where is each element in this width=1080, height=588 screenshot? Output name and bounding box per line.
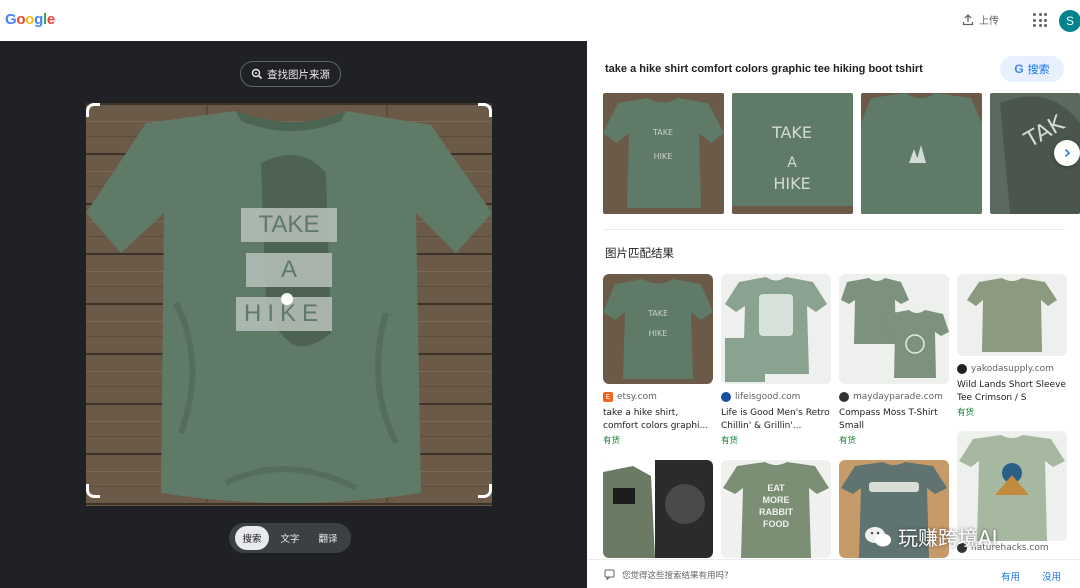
shirt-text-take: TAKE [258, 211, 320, 238]
mode-tab-2[interactable]: 翻译 [311, 526, 344, 550]
find-image-source-label: 查找图片来源 [267, 68, 330, 81]
related-image-3[interactable] [861, 93, 982, 214]
svg-text:HIKE: HIKE [654, 152, 673, 161]
feedback-no-button[interactable]: 没用 [1042, 569, 1061, 583]
maydayparade-favicon [839, 392, 849, 402]
result-source[interactable]: maydayparade.com [853, 392, 943, 402]
section-title: 图片匹配结果 [605, 246, 674, 260]
logo-letter: o [25, 11, 35, 28]
crop-handle-bottom-left[interactable] [86, 484, 100, 498]
search-button-label: 搜索 [1027, 63, 1050, 76]
eat-more-rabbit-food-text: EAT MORE RABBIT FOOD [759, 483, 793, 529]
result-card[interactable]: EAT MORE RABBIT FOOD [721, 460, 831, 558]
yakodasupply-favicon [957, 364, 967, 374]
svg-text:TAKE: TAKE [771, 123, 812, 142]
google-g-icon: G [1014, 62, 1024, 76]
result-card[interactable]: TAKE HIKE Eetsy.com take a hike shirt, co… [603, 274, 713, 446]
google-logo[interactable]: Google [5, 11, 55, 28]
chevron-right-icon [1064, 148, 1071, 158]
in-stock-label: 有货 [721, 436, 739, 446]
shirt-text-a: A [280, 256, 297, 283]
upload-icon [962, 13, 974, 25]
result-card[interactable]: lifeisgood.com Life is Good Men's Retro … [721, 274, 831, 446]
logo-letter: o [16, 11, 26, 28]
lens-image-panel: 查找图片来源 TAKE A HIKE 搜索 文字 翻译 [0, 41, 587, 588]
in-stock-label: 有货 [603, 436, 621, 446]
result-title[interactable]: take a hike shirt, comfort colors graphi… [603, 407, 713, 433]
upload-button[interactable]: 上传 [962, 12, 999, 27]
result-title[interactable]: Life is Good Men's Retro Chillin' & Gril… [721, 407, 831, 433]
logo-letter: g [34, 11, 43, 28]
svg-text:TAKE: TAKE [647, 309, 668, 318]
result-image[interactable] [839, 274, 949, 384]
result-image[interactable]: TAKE HIKE [603, 274, 713, 384]
mode-tab-1[interactable]: 文字 [273, 526, 306, 550]
mode-tab-0[interactable]: 搜索 [235, 526, 269, 550]
find-image-source-button[interactable]: 查找图片来源 [240, 61, 341, 87]
wechat-icon [865, 526, 891, 546]
result-source[interactable]: etsy.com [617, 392, 657, 402]
result-card[interactable]: yakodasupply.com Wild Lands Short Sleeve… [957, 274, 1067, 418]
crop-handle-top-left[interactable] [86, 103, 100, 117]
result-image[interactable] [603, 460, 713, 558]
feedback-question: 您觉得这些搜索结果有用吗? [622, 571, 729, 581]
feedback-yes-button[interactable]: 有用 [1001, 569, 1020, 583]
shirt-text-hike: HIKE [243, 300, 324, 327]
search-button[interactable]: G 搜索 [1000, 56, 1064, 82]
result-card[interactable] [603, 460, 713, 558]
in-stock-label: 有货 [957, 408, 975, 418]
related-image-1[interactable]: TAKE HIKE [603, 93, 724, 214]
etsy-favicon: E [603, 392, 613, 402]
result-source[interactable]: lifeisgood.com [735, 392, 800, 402]
avatar[interactable]: S [1059, 10, 1080, 32]
in-stock-label: 有货 [839, 436, 857, 446]
svg-text:HIKE: HIKE [649, 329, 668, 338]
svg-text:HIKE: HIKE [773, 174, 810, 193]
result-title[interactable]: Compass Moss T-Shirt Small [839, 407, 949, 433]
upload-label: 上传 [979, 16, 999, 27]
lens-search-icon [251, 68, 263, 80]
svg-text:TAKE: TAKE [652, 128, 673, 137]
result-card[interactable]: maydayparade.com Compass Moss T-Shirt Sm… [839, 274, 949, 446]
watermark: 玩赚跨境AI [864, 522, 998, 551]
result-image[interactable] [721, 274, 831, 384]
logo-letter: e [46, 11, 55, 28]
feedback-bar: 您觉得这些搜索结果有用吗? 有用 没用 [587, 559, 1080, 588]
related-image-2[interactable]: TAKE A HIKE [732, 93, 853, 214]
next-images-button[interactable] [1054, 140, 1080, 166]
mode-selector: 搜索 文字 翻译 [229, 523, 351, 553]
crop-handle-top-right[interactable] [478, 103, 492, 117]
results-panel: take a hike shirt comfort colors graphic… [587, 41, 1080, 588]
uploaded-image[interactable]: TAKE A HIKE [86, 103, 492, 506]
divider [603, 229, 1065, 230]
result-image[interactable] [957, 274, 1067, 356]
apps-grid-icon[interactable] [1033, 13, 1047, 27]
result-title[interactable]: Wild Lands Short Sleeve Tee Crimson / S [957, 379, 1067, 405]
lifeisgood-favicon [721, 392, 731, 402]
svg-text:A: A [787, 155, 797, 171]
feedback-icon [604, 569, 615, 580]
watermark-text: 玩赚跨境AI [898, 526, 998, 550]
search-query[interactable]: take a hike shirt comfort colors graphic… [605, 63, 923, 75]
result-source[interactable]: yakodasupply.com [971, 364, 1054, 374]
logo-letter: G [5, 11, 17, 28]
top-bar: Google 上传 S [0, 0, 1080, 41]
